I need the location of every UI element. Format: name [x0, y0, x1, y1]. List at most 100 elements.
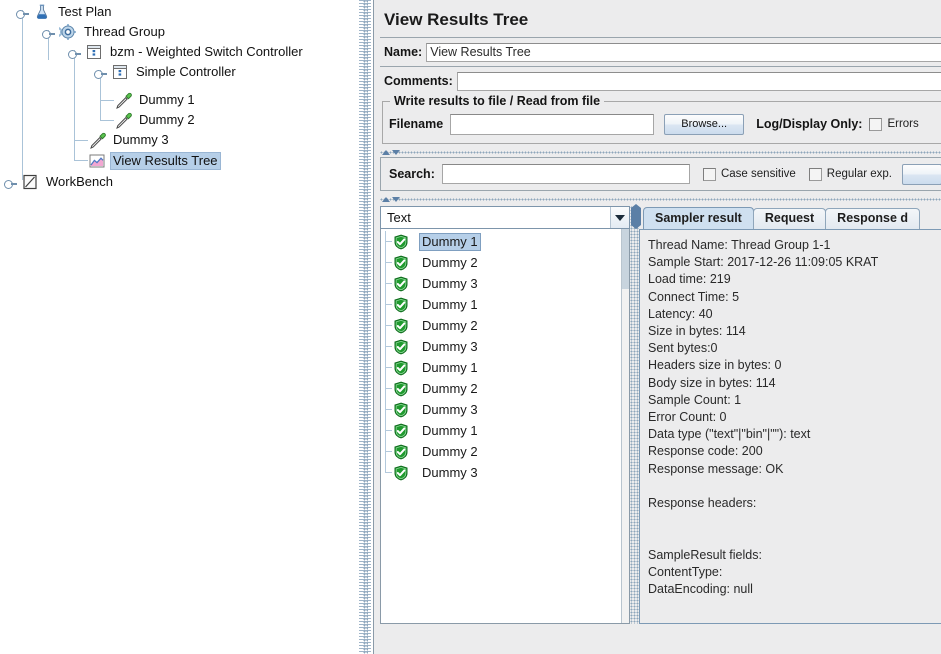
collapse-right-icon[interactable] [636, 204, 641, 229]
test-plan-tree[interactable]: Test Plan Thread Group bzm - Weighted Sw… [0, 0, 358, 654]
sampler-result-line: Body size in bytes: 114 [648, 375, 776, 390]
lower-split-divider[interactable] [380, 195, 941, 204]
result-list-item[interactable]: Dummy 1 [381, 420, 621, 441]
tree-connector [385, 283, 392, 284]
sampler-result-line [648, 478, 941, 495]
controller-icon [85, 43, 103, 61]
split-divider-texture [363, 0, 368, 654]
sampler-result-line: DataEncoding: null [648, 582, 753, 597]
result-list-item[interactable]: Dummy 1 [381, 357, 621, 378]
tab-request[interactable]: Request [752, 208, 827, 229]
success-shield-icon [393, 423, 414, 439]
result-list-item[interactable]: Dummy 3 [381, 273, 621, 294]
sampler-result-text: Thread Name: Thread Group 1-1 Sample Star… [648, 237, 941, 598]
split-collapse-arrows-3[interactable] [631, 204, 641, 229]
upper-split-divider[interactable] [380, 148, 941, 157]
tree-connector [385, 451, 392, 452]
tab-sampler-result[interactable]: Sampler result [643, 207, 754, 229]
search-button[interactable] [902, 163, 941, 185]
result-list-item[interactable]: Dummy 3 [381, 399, 621, 420]
search-row: Search: Case sensitive Regular exp. [387, 163, 941, 185]
renderer-combo[interactable]: Text [380, 206, 630, 229]
comments-input[interactable] [456, 71, 941, 91]
result-list-item-label: Dummy 3 [422, 275, 478, 291]
expand-handle-icon[interactable] [68, 45, 82, 59]
workbench-icon [21, 173, 39, 191]
sampler-result-line: Connect Time: 5 [648, 289, 740, 304]
results-list[interactable]: Dummy 1 Dummy 2 Dummy 3 Dummy 1 Dummy 2 Dummy… [380, 229, 630, 624]
tree-node-thread-group[interactable]: Thread Group [42, 22, 168, 42]
success-shield-icon [393, 402, 414, 418]
result-list-item[interactable]: Dummy 1 [381, 231, 621, 252]
result-list-item[interactable]: Dummy 2 [381, 315, 621, 336]
result-list-item[interactable]: Dummy 2 [381, 378, 621, 399]
success-shield-icon [393, 234, 414, 250]
sampler-result-line: Sample Start: 2017-12-26 11:09:05 KRAT [648, 255, 879, 270]
tree-node-view-results-tree[interactable]: View Results Tree [88, 151, 221, 171]
result-list-item[interactable]: Dummy 2 [381, 252, 621, 273]
regular-exp-checkbox[interactable] [808, 167, 822, 181]
dummy-sampler-icon [114, 91, 132, 109]
case-sensitive-checkbox[interactable] [702, 167, 716, 181]
thread-group-icon [59, 23, 77, 41]
write-results-group: Write results to file / Read from file F… [382, 94, 941, 144]
view-results-tree-icon [88, 152, 106, 170]
errors-checkbox[interactable] [869, 117, 883, 131]
tree-connector [74, 140, 88, 141]
tree-node-label: Simple Controller [136, 64, 236, 79]
results-split-divider[interactable] [630, 204, 641, 624]
split-collapse-arrows[interactable] [382, 148, 400, 155]
collapse-up-icon[interactable] [382, 197, 390, 202]
result-list-item[interactable]: Dummy 3 [381, 336, 621, 357]
filename-label: Filename [389, 117, 444, 131]
results-list-scrollbar[interactable] [621, 229, 629, 623]
main-split-divider[interactable] [358, 0, 372, 654]
tree-node-dummy-1[interactable]: Dummy 1 [114, 90, 198, 110]
tree-node-workbench[interactable]: WorkBench [4, 172, 116, 192]
success-shield-icon [393, 360, 414, 376]
split-collapse-arrows-2[interactable] [382, 195, 400, 202]
tree-connector [385, 325, 392, 326]
page-title: View Results Tree [384, 10, 529, 29]
sampler-result-body[interactable]: Thread Name: Thread Group 1-1 Sample Star… [639, 229, 941, 624]
tree-node-weighted-switch-controller[interactable]: bzm - Weighted Switch Controller [68, 42, 306, 62]
result-list-item[interactable]: Dummy 2 [381, 441, 621, 462]
result-list-item-label: Dummy 1 [419, 232, 481, 251]
sampler-result-line: Response code: 200 [648, 444, 763, 459]
success-shield-icon [393, 465, 414, 481]
result-list-item-label: Dummy 2 [422, 380, 478, 396]
browse-button[interactable]: Browse... [664, 113, 745, 135]
tree-connector [385, 346, 392, 347]
success-shield-icon [393, 255, 414, 271]
results-area: Text Dummy 1 Dummy 2 Dummy 3 Dummy 1 Dummy 2… [380, 204, 941, 624]
name-input[interactable]: View Results Tree [426, 42, 941, 62]
scrollbar-thumb[interactable] [622, 229, 629, 289]
title-divider [380, 37, 941, 38]
tree-connector [385, 472, 392, 473]
tree-node-dummy-3[interactable]: Dummy 3 [88, 130, 172, 150]
sampler-result-line: Response headers: [648, 496, 757, 511]
tree-node-simple-controller[interactable]: Simple Controller [94, 62, 239, 82]
result-list-item[interactable]: Dummy 1 [381, 294, 621, 315]
expand-handle-icon[interactable] [4, 175, 18, 189]
detail-tabs[interactable]: Sampler result Request Response d [639, 206, 941, 229]
filename-input[interactable] [450, 113, 655, 135]
result-list-item-label: Dummy 1 [422, 422, 478, 438]
success-shield-icon [393, 276, 414, 292]
search-input[interactable] [441, 164, 690, 184]
tree-connector [74, 160, 88, 161]
result-list-item[interactable]: Dummy 3 [381, 462, 621, 483]
expand-handle-icon[interactable] [16, 5, 30, 19]
tab-response-d[interactable]: Response d [825, 208, 921, 229]
collapse-up-icon[interactable] [382, 150, 390, 155]
expand-handle-icon[interactable] [94, 65, 108, 79]
expand-handle-icon[interactable] [42, 25, 56, 39]
chevron-down-icon[interactable] [610, 207, 629, 228]
collapse-down-icon[interactable] [392, 197, 400, 202]
renderer-combo-value: Text [387, 210, 411, 225]
test-plan-icon [33, 3, 51, 21]
comments-row: Comments: [380, 70, 941, 92]
tree-node-dummy-2[interactable]: Dummy 2 [114, 110, 198, 130]
collapse-down-icon[interactable] [392, 150, 400, 155]
tree-node-test-plan[interactable]: Test Plan [16, 2, 114, 22]
